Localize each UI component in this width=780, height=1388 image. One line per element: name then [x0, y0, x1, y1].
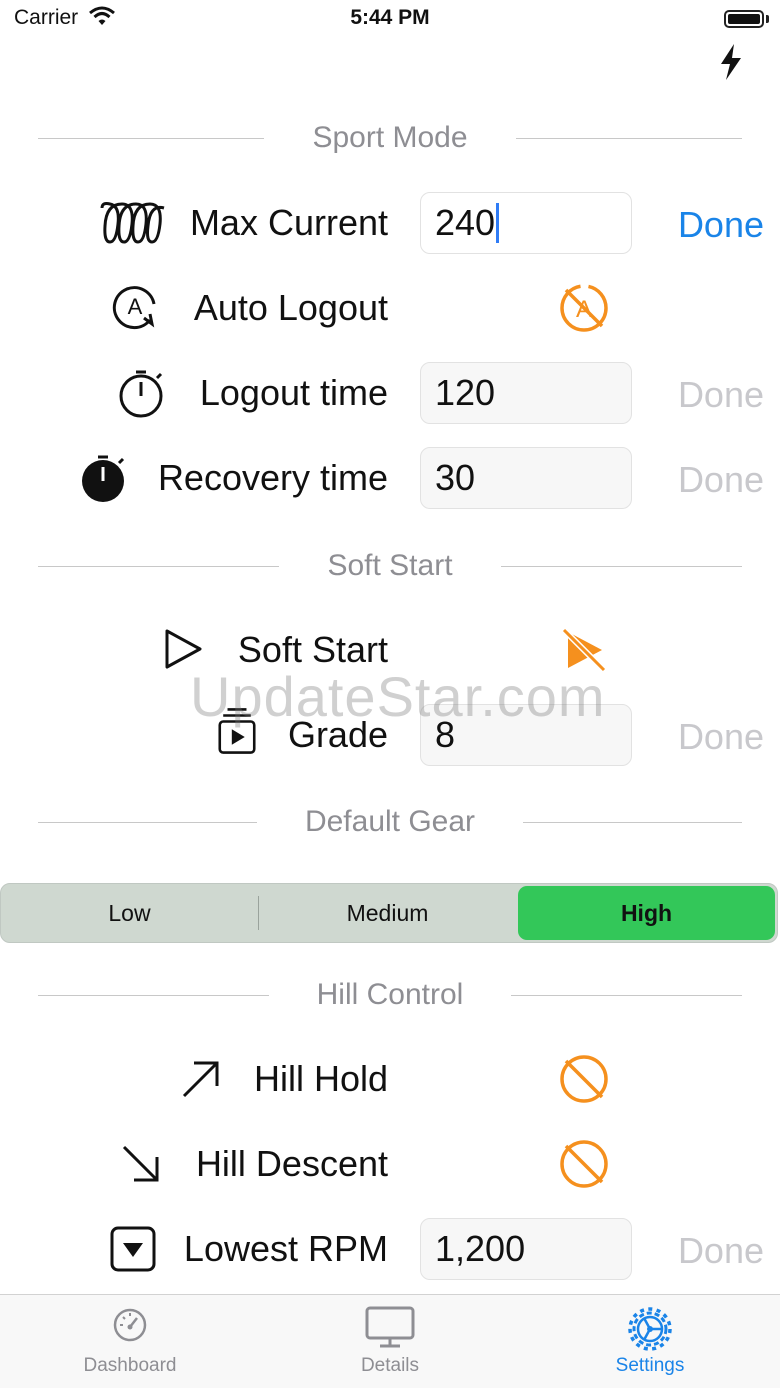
recovery-time-done-button[interactable]: Done — [678, 459, 764, 501]
text-caret — [496, 203, 500, 243]
tab-label: Details — [360, 1355, 420, 1376]
auto-logout-toggle-off-icon[interactable]: A — [556, 280, 612, 336]
section-sport-mode: Sport Mode — [38, 118, 742, 158]
arrow-up-right-icon — [182, 1061, 219, 1098]
max-current-input[interactable]: 240 — [420, 192, 632, 254]
tab-dashboard[interactable]: Dashboard — [40, 1295, 220, 1388]
tab-label: Settings — [615, 1355, 685, 1376]
section-title: Hill Control — [316, 978, 464, 1011]
auto-logout-icon: A — [112, 286, 156, 330]
tab-label: Dashboard — [83, 1355, 177, 1376]
segment-low[interactable]: Low — [1, 884, 258, 942]
gear-icon — [628, 1307, 672, 1351]
max-current-done-button[interactable]: Done — [678, 204, 764, 246]
lowest-rpm-done-button[interactable]: Done — [678, 1230, 764, 1272]
section-soft-start: Soft Start — [38, 546, 742, 586]
logout-time-done-button[interactable]: Done — [678, 374, 764, 416]
recovery-time-input[interactable]: 30 — [420, 447, 632, 509]
max-current-value: 240 — [435, 202, 496, 243]
tab-details[interactable]: Details — [300, 1295, 480, 1388]
arrow-down-right-icon — [122, 1145, 159, 1182]
section-title: Sport Mode — [312, 121, 468, 154]
lowest-rpm-value: 1,200 — [435, 1228, 526, 1269]
section-default-gear: Default Gear — [38, 802, 742, 842]
hill-descent-toggle-off-icon[interactable] — [556, 1136, 612, 1192]
speedometer-icon — [113, 1308, 147, 1342]
watermark: UpdateStar.com — [190, 665, 606, 728]
section-title: Soft Start — [327, 549, 453, 582]
status-time: 5:44 PM — [350, 6, 430, 29]
grade-done-button[interactable]: Done — [678, 716, 764, 758]
tab-bar: Dashboard Details Settings — [0, 1294, 780, 1388]
hill-hold-label: Hill Hold — [253, 1058, 388, 1099]
hill-hold-toggle-off-icon[interactable] — [556, 1051, 612, 1107]
stopwatch-filled-icon — [82, 455, 125, 502]
default-gear-segmented-control[interactable]: Low Medium High — [0, 883, 778, 943]
auto-logout-label: Auto Logout — [193, 287, 388, 328]
hill-descent-label: Hill Descent — [195, 1143, 388, 1184]
lowest-rpm-input[interactable]: 1,200 — [420, 1218, 632, 1280]
monitor-icon — [365, 1306, 415, 1348]
svg-text:A: A — [128, 294, 143, 319]
battery-icon — [724, 10, 764, 28]
section-title: Default Gear — [304, 805, 476, 838]
stopwatch-icon — [119, 370, 163, 418]
section-hill-control: Hill Control — [38, 975, 742, 1015]
dropdown-square-icon — [110, 1226, 156, 1272]
lowest-rpm-label: Lowest RPM — [183, 1228, 388, 1269]
max-current-label: Max Current — [189, 202, 388, 243]
recovery-time-label: Recovery time — [157, 457, 388, 498]
logout-time-value: 120 — [435, 372, 496, 413]
battery-tip — [766, 15, 769, 23]
lightning-bolt-icon[interactable] — [716, 42, 746, 82]
logout-time-input[interactable]: 120 — [420, 362, 632, 424]
coil-icon — [100, 202, 165, 244]
logout-time-label: Logout time — [199, 372, 388, 413]
recovery-time-value: 30 — [435, 457, 476, 498]
tab-settings[interactable]: Settings — [560, 1295, 740, 1388]
segment-high[interactable]: High — [518, 886, 775, 940]
segment-medium[interactable]: Medium — [259, 884, 516, 942]
